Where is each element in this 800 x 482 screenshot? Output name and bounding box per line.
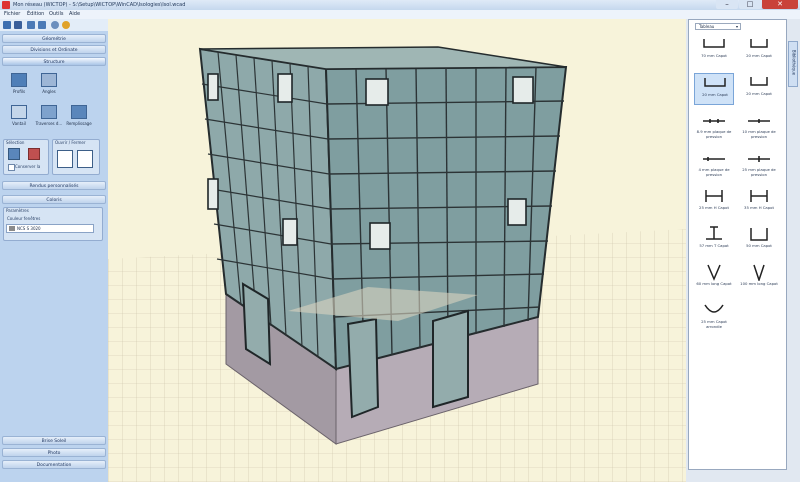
app-icon	[2, 1, 10, 9]
info-icon[interactable]	[62, 21, 70, 29]
library-filter-dropdown[interactable]: Tableau ▾	[695, 23, 741, 30]
minimize-button[interactable]: –	[716, 0, 738, 9]
library-list: Tableau ▾ 70 mm Capot 20 mm Capot 20 mm …	[688, 19, 787, 470]
chevron-down-icon: ▾	[735, 24, 738, 29]
transom-icon	[41, 105, 57, 119]
cap-profile-icon	[750, 77, 768, 86]
open-window-icon[interactable]	[57, 150, 73, 168]
color-swatch	[9, 226, 15, 231]
library-tab[interactable]: Bibliothèque	[788, 41, 798, 87]
save-icon[interactable]	[14, 21, 22, 29]
maximize-button[interactable]: □	[739, 0, 761, 9]
library-item[interactable]: 10 mm plaque de pression	[739, 111, 779, 143]
section-brise-soleil[interactable]: Brise Soleil	[2, 436, 106, 445]
tool-traverses[interactable]: Traverses d…	[36, 105, 62, 127]
deselect-icon[interactable]	[28, 148, 40, 160]
pressure-plate-icon	[703, 119, 725, 123]
tool-vantail[interactable]: Vantail	[8, 105, 30, 127]
settings-icon[interactable]	[51, 21, 59, 29]
undo-icon[interactable]	[27, 21, 35, 29]
library-item[interactable]: 4 mm plaque de pression	[694, 149, 734, 181]
section-rendus[interactable]: Rendus personnalisés	[2, 181, 106, 190]
redo-icon[interactable]	[38, 21, 46, 29]
opening-group: Ouvrir / Fermer	[52, 139, 100, 175]
library-item[interactable]: 8.9 mm plaque de pression	[694, 111, 734, 143]
library-item[interactable]: 100 mm long Capot	[739, 263, 779, 295]
library-item[interactable]: 35 mm H Capot	[739, 187, 779, 219]
library-panel: Tableau ▾ 70 mm Capot 20 mm Capot 20 mm …	[686, 19, 800, 482]
library-item[interactable]: 25 mm plaque de pression	[739, 149, 779, 181]
cap-profile-icon	[704, 78, 726, 87]
quick-toolbar	[0, 19, 110, 31]
color-select[interactable]: NCS S 3020	[6, 224, 94, 233]
t-cap-icon	[706, 226, 722, 240]
building-render	[108, 46, 686, 482]
rounded-cap-icon	[704, 304, 724, 313]
section-coloris[interactable]: Coloris	[2, 195, 106, 204]
long-cap-icon	[753, 264, 765, 281]
h-cap-icon	[705, 190, 723, 202]
menu-fichier[interactable]: Fichier	[4, 11, 20, 17]
close-button[interactable]: ✕	[762, 0, 798, 9]
tool-angles[interactable]: Angles	[38, 73, 60, 95]
library-item[interactable]: 50 mm Capot	[739, 225, 779, 257]
pressure-plate-icon	[703, 157, 725, 161]
tool-profils[interactable]: Profils	[8, 73, 30, 95]
pressure-plate-icon	[748, 119, 770, 123]
cap-profile-icon	[750, 228, 768, 241]
section-structure[interactable]: Structure	[2, 57, 106, 66]
library-item[interactable]: 70 mm Capot	[694, 35, 734, 67]
long-cap-icon	[707, 264, 721, 281]
cap-profile-icon	[750, 39, 768, 48]
keep-checkbox[interactable]	[8, 164, 15, 171]
cap-profile-icon	[703, 39, 725, 48]
section-documentation[interactable]: Documentation	[2, 460, 106, 469]
library-item[interactable]: 25 mm Capot arrondie	[694, 301, 734, 333]
menu-aide[interactable]: Aide	[69, 11, 80, 17]
color-value: NCS S 3020	[17, 226, 41, 231]
section-photo[interactable]: Photo	[2, 448, 106, 457]
select-pointer-icon[interactable]	[8, 148, 20, 160]
pressure-plate-icon	[748, 156, 770, 162]
library-item[interactable]: 25 mm H Capot	[694, 187, 734, 219]
menu-outils[interactable]: Outils	[49, 11, 63, 17]
infill-icon	[71, 105, 87, 119]
library-item[interactable]: 57 mm T Capot	[694, 225, 734, 257]
library-item[interactable]: 20 mm Capot	[739, 73, 779, 105]
selection-group: Sélection Conserver la	[3, 139, 49, 175]
section-divisions[interactable]: Divisions et Ordinate	[2, 45, 106, 54]
left-panel: Géométrie Divisions et Ordinate Structur…	[0, 31, 109, 482]
new-file-icon[interactable]	[3, 21, 11, 29]
tool-remplissage[interactable]: Remplissage	[66, 105, 92, 127]
library-item[interactable]: 20 mm Capot	[739, 35, 779, 67]
profile-icon	[11, 73, 27, 87]
3d-viewport[interactable]	[108, 19, 686, 482]
h-cap-icon	[750, 190, 768, 202]
sash-icon	[11, 105, 27, 119]
menu-edition[interactable]: Édition	[27, 11, 44, 17]
library-item[interactable]: 60 mm long Capot	[694, 263, 734, 295]
close-window-icon[interactable]	[77, 150, 93, 168]
window-title: Mon réseau (WICTOP) - S:\Setup\WICTOP\Wi…	[13, 2, 186, 8]
library-item[interactable]: 20 mm Capot	[694, 73, 734, 105]
section-geometrie[interactable]: Géométrie	[2, 34, 106, 43]
angle-icon	[41, 73, 57, 87]
